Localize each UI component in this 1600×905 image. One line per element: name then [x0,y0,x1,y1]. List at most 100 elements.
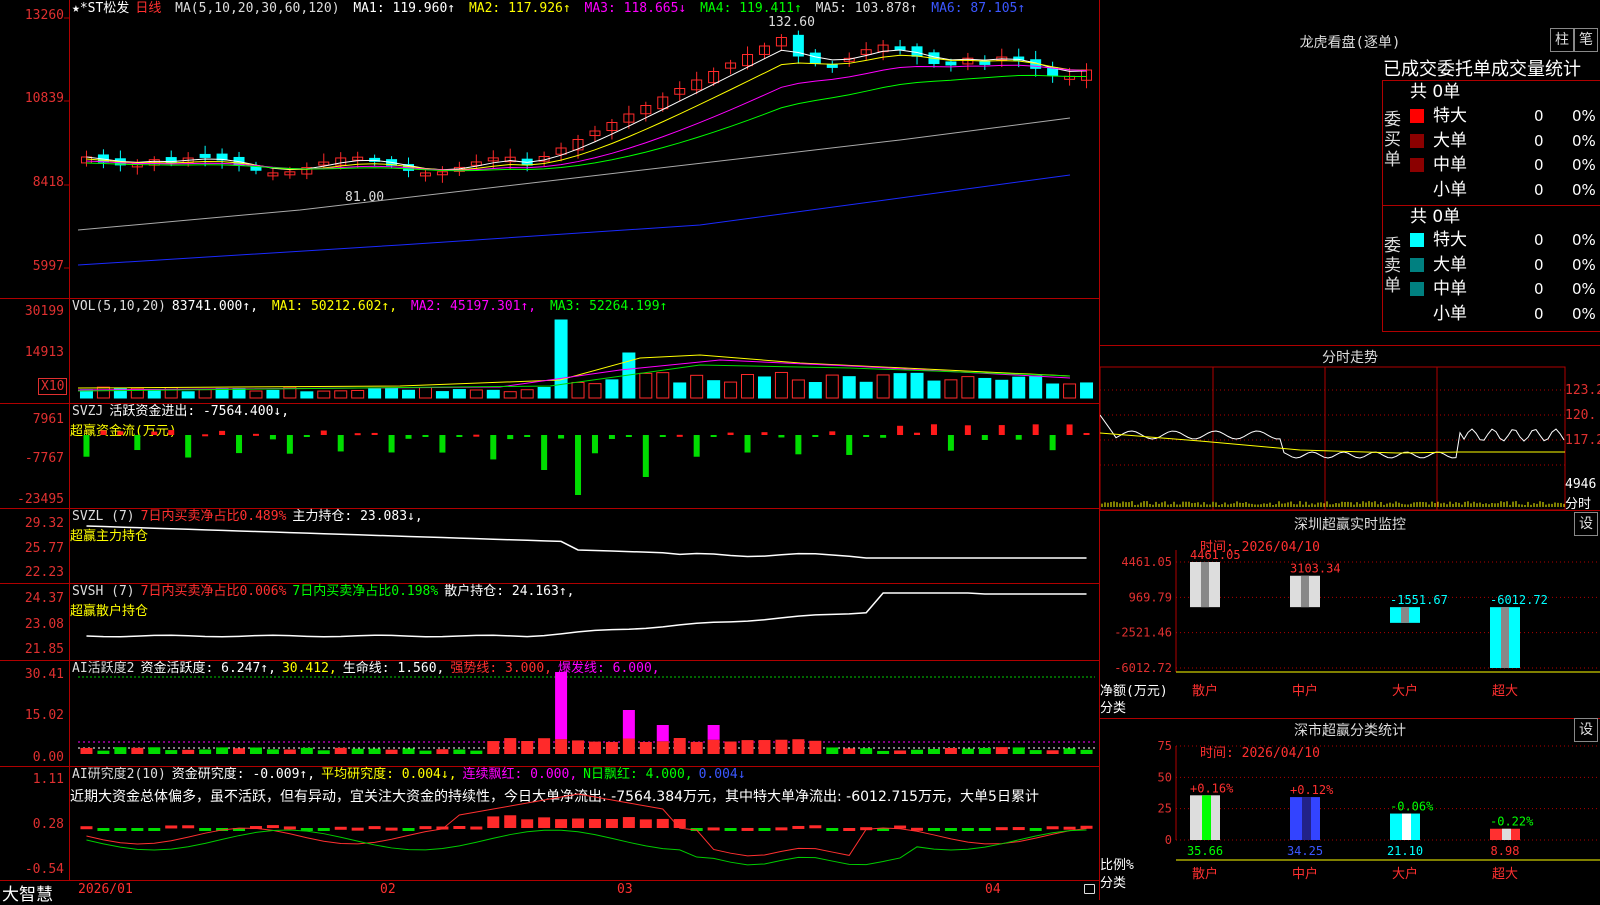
classify-category-label: 超大 [1492,867,1518,882]
activity-bar [470,750,483,754]
buy-row-count: 0 [1534,156,1544,174]
volume-bar [588,383,602,399]
activity-bar [131,747,144,754]
buy-row-percent: 0% [1572,107,1596,125]
svsh-chart[interactable] [0,583,1100,660]
research-bar [182,825,195,829]
volume-bar [232,388,246,399]
volume-bar [351,389,365,399]
activity-bar [419,750,432,754]
ai-research-panel[interactable]: AI研究度2(10) 资金研究度: -0.009↑, 平均研究度: 0.004↓, 连… [0,766,1100,881]
volume-chart[interactable] [0,298,1100,403]
research-bar [368,826,381,830]
volume-bar [741,374,755,399]
volume-bar [724,381,738,399]
sell-row-name: 中单 [1433,279,1467,299]
research-bar [707,827,720,831]
activity-bar [453,749,466,754]
flow-bar [1015,435,1022,440]
sell-color-swatch [1410,282,1424,296]
classify-change-label: +0.16% [1190,781,1234,795]
activity-bar [487,741,500,754]
flow-bar [575,435,582,495]
volume-bar [961,376,975,399]
svzj-chart[interactable] [0,403,1100,508]
monitor-value-label: -6012.72 [1490,593,1548,607]
research-bar [622,817,635,828]
flow-bar [727,432,734,435]
longhu-header: 已成交委托单成交量统计 [1383,59,1581,80]
ai-research-chart[interactable] [0,766,1100,880]
monitor-category-label: 超大 [1492,684,1518,699]
classify-value-label: 34.25 [1287,844,1323,858]
monitor-value-label: -1551.67 [1390,593,1448,607]
flow-bar [981,435,988,440]
activity-bar [1080,749,1093,754]
classify-bar-chart[interactable]: 75 50 25 0 +0.16% 35.66 散户 +0.12% 34.25 中户 -0.06% 2… [1100,718,1600,900]
intraday-chart[interactable] [1100,345,1600,510]
volume-bar [995,379,1009,399]
classify-change-label: -0.06% [1390,800,1434,814]
flow-bar [507,435,514,440]
intraday-avg-line [1100,432,1565,454]
buy-row-name: 中单 [1433,155,1467,175]
classify-panel[interactable]: 深市超赢分类统计 设 时间: 2026/04/10 比例% 分类 75 50 25 0… [1100,718,1600,900]
classify-bar-shade [1502,828,1511,840]
volume-bar [385,387,399,399]
research-bar [944,828,957,831]
research-bar [1080,825,1093,829]
monitor-panel[interactable]: 深圳超赢实时监控 设 时间: 2026/04/10 净额(万元) 分类 4461… [1100,510,1600,719]
app-logo: 大智慧 [2,885,53,905]
bar-mode-button[interactable]: 柱 [1550,28,1574,52]
monitor-value-label: 3103.34 [1290,562,1341,576]
ai-activity-chart[interactable] [0,660,1100,766]
research-bar [402,828,415,831]
volume-panel[interactable]: VOL(5,10,20) 83741.000↑, MA1: 50212.602↑,… [0,298,1100,404]
svzl-panel[interactable]: SVZL (7) 7日内买卖净占比0.489% 主力持仓: 23.083↓, 超赢主… [0,508,1100,584]
svzj-panel[interactable]: SVZJ活跃资金进出: -7564.400↓, 超赢资金流(万元) 7961 -… [0,403,1100,509]
kline-chart[interactable] [0,0,1100,298]
flow-bar [117,431,124,435]
volume-bar [1012,376,1026,399]
activity-bar [843,748,856,754]
sell-row-name: 大单 [1433,254,1467,275]
longhu-panel[interactable]: 龙虎看盘(逐单) 柱 笔 已成交委托单成交量统计 委买单 委卖单 共 0单 共 … [1100,0,1600,346]
research-bar [521,819,534,828]
research-bar [656,818,669,828]
monitor-bar-chart[interactable]: 4461.05 969.79 -2521.46 -6012.72 4461.05 散户 31… [1100,510,1600,718]
intraday-panel[interactable]: 分时走势 123.2 120. 117.2 4946 分时 [1100,345,1600,512]
research-bar [351,827,364,831]
flow-bar [473,434,480,437]
main-holding-line [86,525,1087,559]
research-bar [927,828,940,831]
research-bar [724,828,737,831]
volume-bar [571,381,585,399]
activity-bar [317,750,330,754]
research-bar [504,815,517,828]
activity-bar [504,738,517,754]
flow-bar [998,425,1005,435]
activity-bar [927,748,940,754]
activity-bar [148,747,161,754]
volume-bar [198,389,212,399]
buy-color-swatch [1410,133,1424,148]
lock-icon[interactable] [1084,884,1095,894]
flow-bar [778,435,785,438]
volume-bar [757,376,771,399]
flow-bar [371,432,378,435]
candle-body [809,52,821,64]
flow-bar [219,430,226,435]
flow-bar [710,435,717,437]
flow-bar [1049,435,1056,451]
ai-activity-panel[interactable]: AI活跃度2 资金活跃度: 6.247↑, 30.412, 生命线: 1.560, 强势… [0,660,1100,767]
activity-bar [1063,748,1076,754]
activity-bar [588,741,601,754]
kline-panel[interactable]: ★*ST松发 日线 MA(5,10,20,30,60,120) MA1: 119.… [0,0,1100,299]
activity-bar [978,747,991,754]
research-bar [1063,826,1076,830]
pen-mode-button[interactable]: 笔 [1574,28,1598,52]
flow-bar [863,435,870,437]
research-bar [131,828,144,831]
svsh-panel[interactable]: SVSH (7) 7日内买卖净占比0.006% 7日内买卖净占比0.198% 散户持仓… [0,583,1100,661]
svzl-chart[interactable] [0,508,1100,583]
